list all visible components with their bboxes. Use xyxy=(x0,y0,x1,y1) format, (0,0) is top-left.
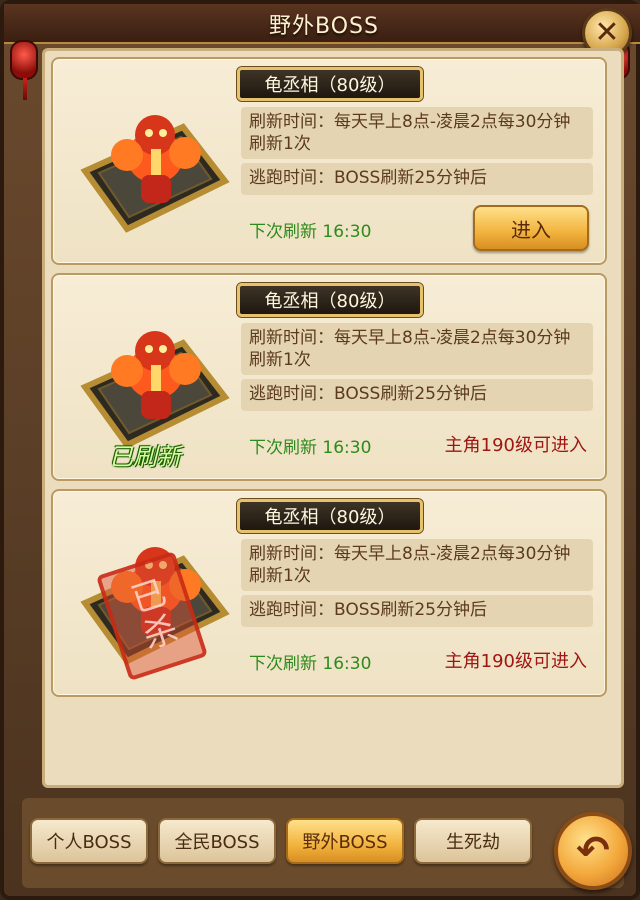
level-requirement-text: 主角190级可进入 xyxy=(444,651,587,672)
tab-bar: 个人BOSS 全民BOSS 野外BOSS 生死劫 xyxy=(22,798,624,888)
back-button[interactable]: ↶ xyxy=(554,812,632,890)
title-bar: 野外BOSS xyxy=(4,4,640,44)
tab-world-boss[interactable]: 全民BOSS xyxy=(158,818,276,864)
boss-name: 龟丞相（80级） xyxy=(264,75,396,96)
next-refresh-text: 下次刷新 16:30 xyxy=(249,438,372,458)
boss-card: 龟丞相（80级） 刷新时间：每天早上8点-凌晨2点每30分钟刷新1次 逃跑时间：… xyxy=(51,57,607,265)
tab-label: 生死劫 xyxy=(446,832,500,853)
boss-card: 已杀 龟丞相（80级） 刷新时间：每天早上8点-凌晨2点每30分钟刷新1次 逃跑… xyxy=(51,489,607,697)
lantern-left-icon xyxy=(10,40,38,100)
tab-label: 野外BOSS xyxy=(302,832,388,853)
level-requirement-text: 主角190级可进入 xyxy=(444,435,587,456)
boss-name-plate: 龟丞相（80级） xyxy=(237,67,423,101)
boss-portrait xyxy=(65,79,237,251)
next-refresh-text: 下次刷新 16:30 xyxy=(249,222,372,242)
tab-label: 全民BOSS xyxy=(174,832,260,853)
escape-time-text: 逃跑时间：BOSS刷新25分钟后 xyxy=(241,595,593,627)
close-icon: ✕ xyxy=(594,15,620,50)
refresh-time-text: 刷新时间：每天早上8点-凌晨2点每30分钟刷新1次 xyxy=(241,323,593,375)
boss-list-panel: 龟丞相（80级） 刷新时间：每天早上8点-凌晨2点每30分钟刷新1次 逃跑时间：… xyxy=(42,48,624,788)
tab-personal-boss[interactable]: 个人BOSS xyxy=(30,818,148,864)
refreshed-status-label: 已刷新 xyxy=(109,443,181,471)
back-arrow-icon: ↶ xyxy=(576,828,610,874)
tab-field-boss[interactable]: 野外BOSS xyxy=(286,818,404,864)
refresh-time-text: 刷新时间：每天早上8点-凌晨2点每30分钟刷新1次 xyxy=(241,539,593,591)
tab-label: 个人BOSS xyxy=(46,832,132,853)
escape-time-text: 逃跑时间：BOSS刷新25分钟后 xyxy=(241,163,593,195)
boss-name-plate: 龟丞相（80级） xyxy=(237,283,423,317)
boss-portrait-icon xyxy=(80,115,230,233)
refresh-time-text: 刷新时间：每天早上8点-凌晨2点每30分钟刷新1次 xyxy=(241,107,593,159)
window-frame: 野外BOSS ✕ 龟丞相（80级） 刷新时间：每天早上8点-凌晨2点每30分钟刷… xyxy=(0,0,640,900)
next-refresh-text: 下次刷新 16:30 xyxy=(249,654,372,674)
boss-name: 龟丞相（80级） xyxy=(264,507,396,528)
boss-name: 龟丞相（80级） xyxy=(264,291,396,312)
enter-button-label: 进入 xyxy=(511,217,551,242)
enter-button[interactable]: 进入 xyxy=(473,205,589,251)
tab-life-death[interactable]: 生死劫 xyxy=(414,818,532,864)
boss-name-plate: 龟丞相（80级） xyxy=(237,499,423,533)
boss-card: 已刷新 龟丞相（80级） 刷新时间：每天早上8点-凌晨2点每30分钟刷新1次 逃… xyxy=(51,273,607,481)
escape-time-text: 逃跑时间：BOSS刷新25分钟后 xyxy=(241,379,593,411)
killed-stamp-label: 已杀 xyxy=(120,573,183,659)
window-title: 野外BOSS xyxy=(269,14,379,39)
